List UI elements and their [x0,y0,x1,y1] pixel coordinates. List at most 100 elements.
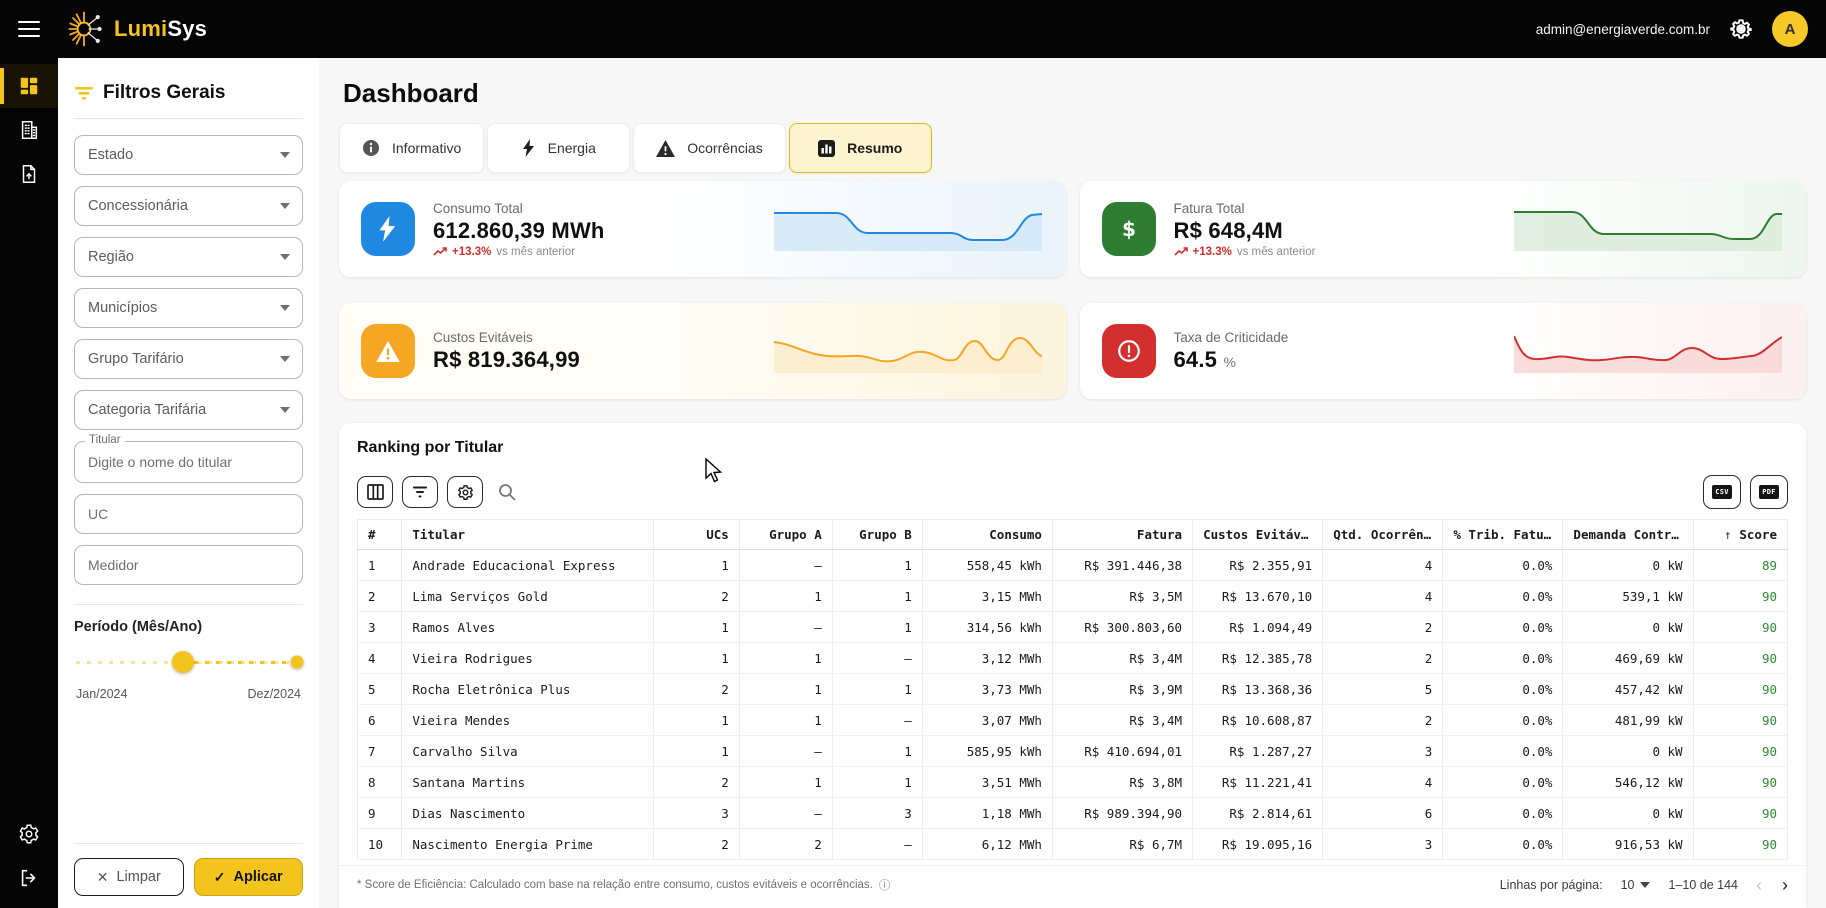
bolt-icon [361,202,415,256]
medidor-field[interactable] [74,545,303,585]
table-cell: R$ 1.287,27 [1193,736,1323,767]
table-cell: R$ 300.803,60 [1052,612,1192,643]
tab-energia[interactable]: Energia [487,123,630,173]
table-settings-button[interactable] [447,476,483,508]
column-header[interactable]: Fatura [1052,520,1192,550]
table-cell: 3 [654,798,740,829]
clear-button[interactable]: ✕ Limpar [74,858,184,896]
table-row[interactable]: 5Rocha Eletrônica Plus2113,73 MWhR$ 3,9M… [358,674,1788,705]
table-row[interactable]: 6Vieira Mendes11–3,07 MWhR$ 3,4MR$ 10.60… [358,705,1788,736]
tab-ocorrencias[interactable]: Ocorrências [633,123,785,173]
table-cell: 3 [832,798,922,829]
column-header[interactable]: Titular [402,520,654,550]
info-icon[interactable]: ⓘ [879,877,891,893]
slider-thumb-start[interactable] [172,651,194,673]
select-concessionaria[interactable]: Concessionária [74,186,303,226]
table-row[interactable]: 8Santana Martins2113,51 MWhR$ 3,8MR$ 11.… [358,767,1788,798]
sort-asc-icon[interactable]: ↑ [1724,527,1732,542]
sidebar-item-logout[interactable] [0,856,58,900]
table-cell: 90 [1693,674,1787,705]
column-header[interactable]: Qtd. Ocorrênci… [1323,520,1443,550]
select-municipios[interactable]: Municípios [74,288,303,328]
select-categoria-tarifaria[interactable]: Categoria Tarifária [74,390,303,430]
table-cell: Andrade Educacional Express [402,550,654,581]
table-cell: 314,56 kWh [922,612,1052,643]
table-cell: 0.0% [1443,798,1563,829]
table-cell: 4 [1323,767,1443,798]
uc-field[interactable] [74,494,303,534]
rows-per-page-select[interactable]: 10 [1621,878,1651,892]
menu-icon[interactable] [18,21,40,37]
columns-button[interactable] [357,476,393,508]
column-header[interactable]: Consumo [922,520,1052,550]
export-csv-button[interactable]: CSV [1703,475,1741,509]
export-pdf-button[interactable]: PDF [1750,475,1788,509]
table-row[interactable]: 10Nascimento Energia Prime22–6,12 MWhR$ … [358,829,1788,860]
table-cell: 90 [1693,736,1787,767]
table-cell: R$ 13.368,36 [1193,674,1323,705]
column-header[interactable]: Custos Evitáveis [1193,520,1323,550]
column-header[interactable]: % Trib. Fatura [1443,520,1563,550]
prev-page-button[interactable]: ‹ [1756,876,1762,894]
table-cell: 1 [654,705,740,736]
table-cell: – [832,829,922,860]
bar-chart-icon [818,140,835,157]
table-header-row: # Titular UCs Grupo A Grupo B Consumo Fa… [358,520,1788,550]
settings-icon[interactable] [1728,16,1754,42]
column-header[interactable]: Grupo A [739,520,832,550]
ranking-card: Ranking por Titular CSV PDF [339,423,1806,908]
titular-input[interactable] [88,454,289,470]
medidor-input[interactable] [88,557,289,573]
ranking-table: # Titular UCs Grupo A Grupo B Consumo Fa… [357,519,1788,860]
table-cell: 0.0% [1443,581,1563,612]
select-estado[interactable]: Estado [74,135,303,175]
column-header[interactable]: UCs [654,520,740,550]
trend-up-icon [1174,247,1188,256]
sidebar-item-upload[interactable] [0,152,58,196]
sidebar-item-companies[interactable] [0,108,58,152]
table-cell: – [832,705,922,736]
tab-resumo[interactable]: Resumo [789,123,932,173]
period-range-slider[interactable] [76,651,299,673]
table-cell: 89 [1693,550,1787,581]
check-icon: ✓ [214,869,226,886]
table-row[interactable]: 9Dias Nascimento3–31,18 MWhR$ 989.394,90… [358,798,1788,829]
titular-field[interactable]: Titular [74,441,303,483]
table-row[interactable]: 2Lima Serviços Gold2113,15 MWhR$ 3,5MR$ … [358,581,1788,612]
table-cell: 3,07 MWh [922,705,1052,736]
column-header[interactable]: Demanda Contratada [1563,520,1693,550]
warning-icon [656,140,675,157]
table-cell: 2 [654,581,740,612]
table-row[interactable]: 7Carvalho Silva1–1585,95 kWhR$ 410.694,0… [358,736,1788,767]
next-page-button[interactable]: › [1782,876,1788,894]
table-toolbar: CSV PDF [339,463,1806,519]
filter-button[interactable] [402,476,438,508]
table-row[interactable]: 3Ramos Alves1–1314,56 kWhR$ 300.803,60R$… [358,612,1788,643]
table-cell: 3 [1323,829,1443,860]
sidebar-item-dashboard[interactable] [0,64,58,108]
table-cell: 4 [1323,550,1443,581]
table-row[interactable]: 1Andrade Educacional Express1–1558,45 kW… [358,550,1788,581]
column-header[interactable]: # [358,520,402,550]
column-header-score[interactable]: ↑Score [1693,520,1787,550]
select-regiao[interactable]: Região [74,237,303,277]
table-cell: 1 [832,736,922,767]
table-cell: 3,15 MWh [922,581,1052,612]
table-cell: 1 [739,581,832,612]
table-cell: 585,95 kWh [922,736,1052,767]
table-cell: Lima Serviços Gold [402,581,654,612]
search-icon[interactable] [498,483,516,501]
table-cell: 6 [1323,798,1443,829]
apply-button[interactable]: ✓ Aplicar [194,858,304,896]
kpi-value: 612.860,39 MWh [433,218,605,244]
tab-informativo[interactable]: Informativo [339,123,484,173]
sidebar-item-settings[interactable] [0,812,58,856]
avatar[interactable]: A [1772,11,1808,47]
table-cell: – [739,798,832,829]
slider-thumb-end[interactable] [290,656,303,669]
uc-input[interactable] [88,506,289,522]
select-grupo-tarifario[interactable]: Grupo Tarifário [74,339,303,379]
table-cell: 1 [654,612,740,643]
table-row[interactable]: 4Vieira Rodrigues11–3,12 MWhR$ 3,4MR$ 12… [358,643,1788,674]
column-header[interactable]: Grupo B [832,520,922,550]
